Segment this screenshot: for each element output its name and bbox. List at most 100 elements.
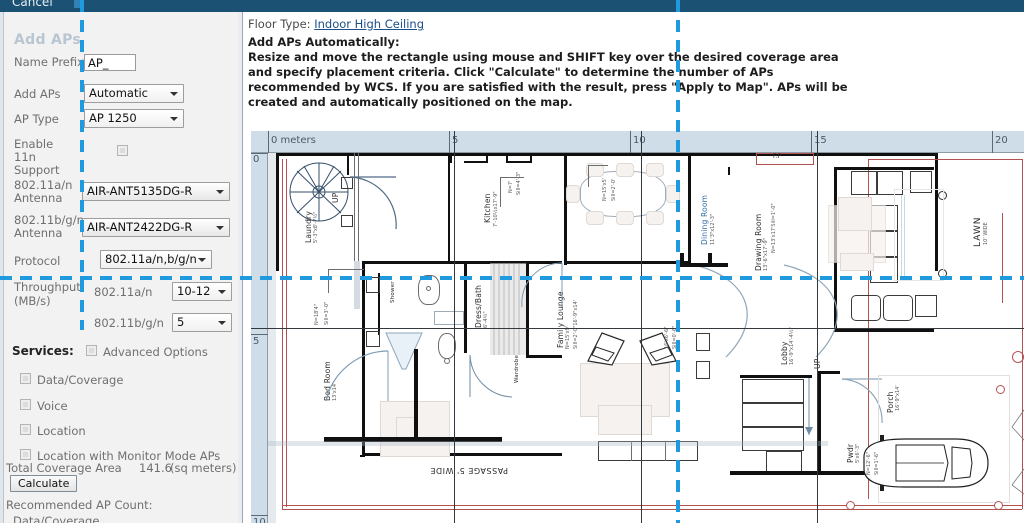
- selection-rect-right-edge[interactable]: [676, 0, 680, 523]
- room-label-up-1: UP: [331, 192, 340, 203]
- room-dim-lawn: 10' WIDE: [983, 222, 989, 245]
- chevron-down-icon: [170, 92, 178, 96]
- throughput-bgn-select[interactable]: 5: [172, 313, 232, 332]
- laundry-note-2: Sill=3'-0": [324, 301, 330, 325]
- name-prefix-label: Name Prefix: [14, 55, 84, 69]
- app-root: Cancel Add APs Name Prefix Add APs Autom…: [0, 0, 1024, 523]
- floor-plan-map[interactable]: 0 meters 5 10 15 20 0 5 10 UP Laundry 5'…: [251, 131, 1024, 523]
- cancel-button[interactable]: Cancel: [12, 0, 53, 8]
- chevron-down-icon: [216, 226, 224, 230]
- room-label-lawn: LAWN: [973, 216, 983, 247]
- grid-line-vertical-3: [817, 131, 818, 523]
- floor-type-row: Floor Type: Indoor High Ceiling: [248, 17, 424, 31]
- grid-line-vertical-1: [454, 131, 455, 523]
- selection-rect-left-edge[interactable]: [80, 0, 84, 330]
- armchair-icon: [587, 332, 625, 366]
- chevron-down-icon: [216, 190, 224, 194]
- ruler-vertical: 0 5 10: [251, 153, 268, 523]
- throughput-bgn-value: 5: [177, 315, 185, 329]
- add-aps-panel: Add APs Name Prefix Add APs Automatic AP…: [0, 12, 243, 523]
- room-label-wardrobe: Wardrobe: [514, 354, 520, 383]
- room-label-shower: Shower: [390, 281, 396, 303]
- ruler-left-tick-2: 10: [253, 517, 266, 523]
- ruler-top-tick-3: 15: [814, 135, 827, 146]
- ap-type-value: AP 1250: [89, 111, 137, 125]
- grid-line-vertical-2: [641, 131, 642, 523]
- room-label-passage: PASSAGE 5' WIDE: [429, 466, 508, 475]
- antenna-bgn-select[interactable]: AIR-ANT2422DG-R: [82, 218, 230, 237]
- service-checkbox-1[interactable]: [20, 399, 31, 410]
- antenna-bgn-label: 802.11b/g/n Antenna: [14, 213, 84, 240]
- total-coverage-units: (sq meters): [170, 461, 237, 475]
- service-label-2: Location: [37, 424, 86, 438]
- dining-note-1: N=15'x5': [602, 177, 608, 201]
- protocol-value: 802.11a/n,b/g/n: [105, 252, 197, 266]
- ruler-left-tick-1: 5: [253, 336, 260, 347]
- lobby-curve: [693, 264, 838, 358]
- floor-type-link[interactable]: Indoor High Ceiling: [314, 17, 424, 31]
- throughput-a-select[interactable]: 10-12: [172, 282, 232, 301]
- family-note-1: 16'x6'-6": [664, 326, 670, 349]
- add-aps-label: Add APs: [14, 87, 61, 101]
- protocol-label: Protocol: [14, 254, 61, 268]
- service-label-0: Data/Coverage: [37, 373, 124, 387]
- dialog-titlebar: Cancel: [0, 0, 243, 12]
- spiral-stair-icon: [289, 162, 349, 222]
- laundry-note-1: N=18'4": [314, 303, 320, 325]
- floor-type-label: Floor Type:: [248, 17, 311, 31]
- kitchen-note-1: N=7': [508, 180, 514, 194]
- recommended-heading: Recommended AP Count:: [6, 498, 153, 512]
- room-label-kitchen: Kitchen: [483, 193, 492, 223]
- service-checkbox-3[interactable]: [20, 449, 31, 460]
- ruler-horizontal: 0 meters 5 10 15 20: [251, 131, 1024, 153]
- room-label-fp: F.P: [773, 153, 782, 160]
- room-dim-dining: 11'3"x12'-3": [710, 213, 716, 245]
- content-titlebar: [243, 0, 1024, 12]
- room-label-dining: Dining Room: [700, 194, 709, 245]
- room-dim-kitchen: 7'-10½x17'-9": [493, 191, 499, 227]
- antenna-a-select[interactable]: AIR-ANT5135DG-R: [82, 182, 230, 201]
- panel-left-edge: [0, 12, 4, 523]
- room-dim-porch: 16'-9"x14': [895, 385, 901, 411]
- ruler-left-tick-0: 0: [253, 154, 260, 165]
- room-dim-family-1: N=15'x9': [565, 325, 571, 349]
- instructions-title: Add APs Automatically:: [248, 35, 400, 49]
- room-label-laundry: Laundry: [304, 211, 313, 243]
- recommended-item-0: Data/Coverage: [13, 514, 100, 523]
- name-prefix-input[interactable]: [84, 54, 136, 71]
- instructions-block: Add APs Automatically: Resize and move t…: [248, 35, 848, 110]
- protocol-select[interactable]: 802.11a/n,b/g/n: [100, 250, 212, 269]
- room-dim-laundry: 5'-3"x8'-7½": [313, 211, 319, 244]
- throughput-bgn-label: 802.11b/g/n: [94, 316, 164, 330]
- room-label-dressbath: Dress/Bath: [474, 284, 483, 328]
- room-label-porch: Porch: [886, 391, 895, 413]
- enable-11n-checkbox[interactable]: [117, 145, 128, 156]
- throughput-label: Throughput (MB/s): [14, 280, 81, 308]
- panel-title: Add APs: [14, 32, 82, 48]
- car-note-1: N=12'-6": [866, 452, 872, 475]
- advanced-options-label: Advanced Options: [103, 345, 208, 359]
- instructions-body: Resize and move the rectangle using mous…: [248, 50, 848, 109]
- ap-type-select[interactable]: AP 1250: [84, 109, 184, 128]
- gate-icon: [1011, 409, 1024, 495]
- ruler-top-tick-4: 20: [995, 135, 1008, 146]
- panel-right-edge: [238, 12, 242, 523]
- services-heading: Services:: [12, 344, 74, 358]
- chevron-down-icon: [218, 321, 226, 325]
- enable-11n-label: Enable 11n Support: [14, 137, 60, 177]
- service-checkbox-2[interactable]: [20, 424, 31, 435]
- chevron-down-icon: [198, 258, 206, 262]
- selection-rect-bottom-edge[interactable]: [0, 276, 1024, 280]
- total-coverage-label: Total Coverage Area: [6, 461, 122, 475]
- antenna-bgn-value: AIR-ANT2422DG-R: [87, 220, 193, 234]
- car-note-2: Sill=1'-6": [874, 451, 880, 475]
- advanced-options-checkbox[interactable]: [86, 345, 97, 356]
- service-checkbox-0[interactable]: [20, 373, 31, 384]
- car-icon: [863, 435, 989, 491]
- calculate-button[interactable]: Calculate: [10, 475, 78, 492]
- ap-type-label: AP Type: [14, 112, 59, 126]
- add-aps-select[interactable]: Automatic: [84, 84, 184, 103]
- antenna-a-label: 802.11a/n Antenna: [14, 178, 73, 205]
- room-dim-dressbath: 6'-4½": [483, 311, 489, 328]
- throughput-a-value: 10-12: [177, 284, 211, 298]
